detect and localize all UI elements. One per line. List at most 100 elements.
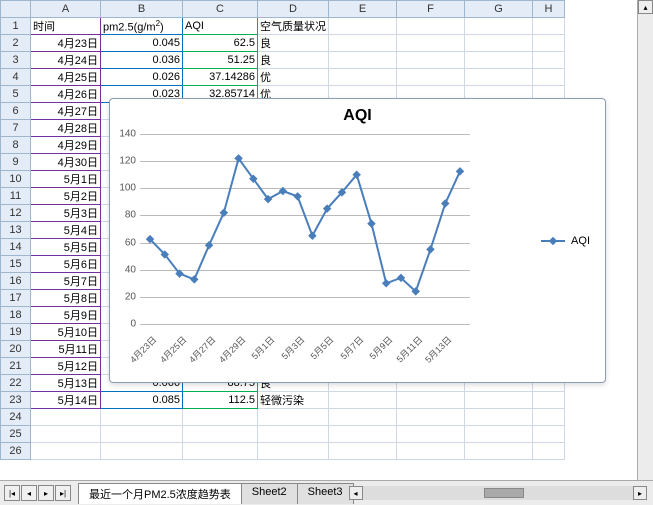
cell-B23[interactable]: 0.085: [101, 392, 183, 409]
row-header[interactable]: 6: [1, 103, 31, 120]
cell-G4[interactable]: [465, 69, 533, 86]
row-header[interactable]: 25: [1, 426, 31, 443]
cell-A18[interactable]: 5月9日: [31, 307, 101, 324]
cell-F24[interactable]: [397, 409, 465, 426]
row-header[interactable]: 26: [1, 443, 31, 460]
cell-F2[interactable]: [397, 35, 465, 52]
cell-G26[interactable]: [465, 443, 533, 460]
tab-sheet3[interactable]: Sheet3: [297, 483, 354, 504]
cell-C26[interactable]: [183, 443, 258, 460]
scroll-up-icon[interactable]: ▴: [638, 0, 653, 14]
cell-D24[interactable]: [258, 409, 329, 426]
row-header[interactable]: 4: [1, 69, 31, 86]
col-header-G[interactable]: G: [465, 1, 533, 18]
row-header[interactable]: 22: [1, 375, 31, 392]
cell-H2[interactable]: [533, 35, 565, 52]
scroll-left-icon[interactable]: ◂: [349, 486, 363, 500]
cell-B25[interactable]: [101, 426, 183, 443]
row-header[interactable]: 9: [1, 154, 31, 171]
cell-C3[interactable]: 51.25: [183, 52, 258, 69]
cell-A10[interactable]: 5月1日: [31, 171, 101, 188]
cell-A15[interactable]: 5月6日: [31, 256, 101, 273]
cell-A2[interactable]: 4月23日: [31, 35, 101, 52]
row-header[interactable]: 1: [1, 18, 31, 35]
cell-B3[interactable]: 0.036: [101, 52, 183, 69]
cell-A17[interactable]: 5月8日: [31, 290, 101, 307]
cell-E4[interactable]: [329, 69, 397, 86]
cell-A14[interactable]: 5月5日: [31, 239, 101, 256]
row-header[interactable]: 23: [1, 392, 31, 409]
spreadsheet-grid[interactable]: A B C D E F G H 1时间pm2.5(g/m2)AQI空气质量状况2…: [0, 0, 653, 480]
cell-F23[interactable]: [397, 392, 465, 409]
cell-H1[interactable]: [533, 18, 565, 35]
cell-G24[interactable]: [465, 409, 533, 426]
col-header-A[interactable]: A: [31, 1, 101, 18]
cell-H25[interactable]: [533, 426, 565, 443]
row-header[interactable]: 12: [1, 205, 31, 222]
tab-sheet2[interactable]: Sheet2: [241, 483, 298, 504]
col-header-H[interactable]: H: [533, 1, 565, 18]
scroll-thumb[interactable]: [484, 488, 524, 498]
cell-A4[interactable]: 4月25日: [31, 69, 101, 86]
cell-A7[interactable]: 4月28日: [31, 120, 101, 137]
cell-A16[interactable]: 5月7日: [31, 273, 101, 290]
row-header[interactable]: 19: [1, 324, 31, 341]
cell-B1[interactable]: pm2.5(g/m2): [101, 18, 183, 35]
cell-E23[interactable]: [329, 392, 397, 409]
cell-C25[interactable]: [183, 426, 258, 443]
cell-A8[interactable]: 4月29日: [31, 137, 101, 154]
cell-D4[interactable]: 优: [258, 69, 329, 86]
row-header[interactable]: 10: [1, 171, 31, 188]
cell-E26[interactable]: [329, 443, 397, 460]
row-header[interactable]: 15: [1, 256, 31, 273]
cell-A20[interactable]: 5月11日: [31, 341, 101, 358]
cell-D1[interactable]: 空气质量状况: [258, 18, 329, 35]
cell-A19[interactable]: 5月10日: [31, 324, 101, 341]
scroll-right-icon[interactable]: ▸: [633, 486, 647, 500]
col-header-D[interactable]: D: [258, 1, 329, 18]
cell-B4[interactable]: 0.026: [101, 69, 183, 86]
cell-D3[interactable]: 良: [258, 52, 329, 69]
cell-E25[interactable]: [329, 426, 397, 443]
tab-prev-button[interactable]: ◂: [21, 485, 37, 501]
cell-G23[interactable]: [465, 392, 533, 409]
cell-A13[interactable]: 5月4日: [31, 222, 101, 239]
row-header[interactable]: 2: [1, 35, 31, 52]
cell-E24[interactable]: [329, 409, 397, 426]
chart-container[interactable]: AQI 020406080100120140 4月23日4月25日4月27日4月…: [109, 98, 606, 383]
cell-G25[interactable]: [465, 426, 533, 443]
cell-A6[interactable]: 4月27日: [31, 103, 101, 120]
cell-A25[interactable]: [31, 426, 101, 443]
cell-B26[interactable]: [101, 443, 183, 460]
cell-G2[interactable]: [465, 35, 533, 52]
row-header[interactable]: 21: [1, 358, 31, 375]
cell-G1[interactable]: [465, 18, 533, 35]
row-header[interactable]: 18: [1, 307, 31, 324]
cell-A23[interactable]: 5月14日: [31, 392, 101, 409]
row-header[interactable]: 11: [1, 188, 31, 205]
cell-H24[interactable]: [533, 409, 565, 426]
row-header[interactable]: 24: [1, 409, 31, 426]
row-header[interactable]: 16: [1, 273, 31, 290]
col-header-F[interactable]: F: [397, 1, 465, 18]
row-header[interactable]: 13: [1, 222, 31, 239]
cell-F4[interactable]: [397, 69, 465, 86]
col-header-C[interactable]: C: [183, 1, 258, 18]
cell-D26[interactable]: [258, 443, 329, 460]
cell-F25[interactable]: [397, 426, 465, 443]
cell-E2[interactable]: [329, 35, 397, 52]
row-header[interactable]: 7: [1, 120, 31, 137]
cell-C24[interactable]: [183, 409, 258, 426]
cell-H3[interactable]: [533, 52, 565, 69]
cell-G3[interactable]: [465, 52, 533, 69]
horizontal-scrollbar[interactable]: ◂ ▸: [363, 486, 633, 500]
cell-A1[interactable]: 时间: [31, 18, 101, 35]
cell-A22[interactable]: 5月13日: [31, 375, 101, 392]
col-header-B[interactable]: B: [101, 1, 183, 18]
cell-F3[interactable]: [397, 52, 465, 69]
cell-A12[interactable]: 5月3日: [31, 205, 101, 222]
row-header[interactable]: 14: [1, 239, 31, 256]
cell-A9[interactable]: 4月30日: [31, 154, 101, 171]
row-header[interactable]: 8: [1, 137, 31, 154]
cell-A21[interactable]: 5月12日: [31, 358, 101, 375]
